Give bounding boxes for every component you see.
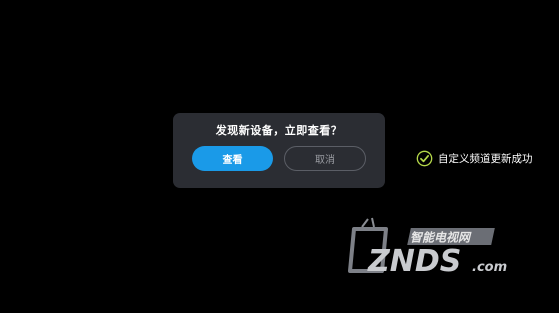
znds-logo-graphic: 智能电视网 ZNDS .com	[348, 217, 507, 279]
dialog-title: 发现新设备，立即查看？	[215, 124, 343, 137]
toast-message: 自定义频道更新成功	[438, 152, 533, 165]
watermark-domain-suffix: .com	[472, 260, 507, 275]
cancel-button[interactable]: 取消	[284, 146, 366, 171]
watermark-brand: ZNDS	[367, 244, 461, 279]
success-toast: 自定义频道更新成功	[416, 149, 533, 167]
watermark-tagline: 智能电视网	[410, 231, 472, 245]
view-button[interactable]: 查看	[192, 146, 273, 171]
new-device-dialog: 发现新设备，立即查看？ 查看 取消	[173, 113, 385, 188]
check-circle-icon	[416, 150, 433, 166]
tv-screen: 发现新设备，立即查看？ 查看 取消 自定义频道更新成功 智能电视网 ZNDS .…	[0, 0, 559, 313]
znds-watermark-logo: 智能电视网 ZNDS .com	[344, 213, 544, 281]
